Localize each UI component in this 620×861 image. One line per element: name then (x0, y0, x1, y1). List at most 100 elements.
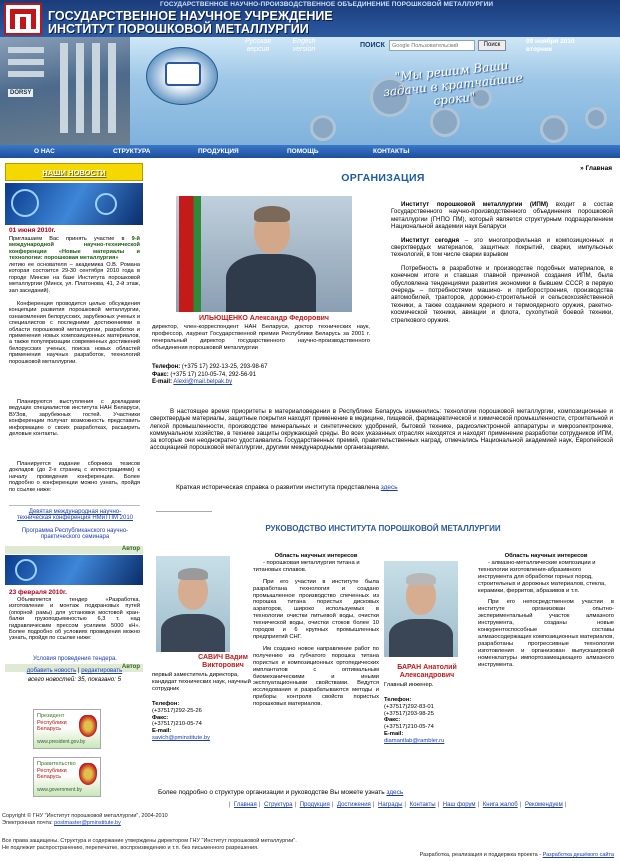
news-author-bar-1: Автор (5, 546, 143, 554)
more-info: Более подробно о структуре организации и… (158, 789, 403, 796)
baran-phone-2: (+37517)293-98-25 (384, 710, 434, 717)
nav-structure[interactable]: СТРУКТУРА (113, 148, 150, 155)
footer-link-contacts[interactable]: Контакты (410, 802, 436, 808)
news-text-1: Приглашаем Вас принять участие в 9-й меж… (9, 236, 140, 262)
news-image-2 (5, 555, 143, 585)
banner-text: Беларусь (37, 774, 62, 780)
nav-products[interactable]: ПРОДУКЦИЯ (198, 148, 239, 155)
fax-label: Факс: (384, 717, 401, 724)
footer-rights: Все права защищены. Структура и содержан… (2, 838, 297, 852)
phone-label: Телефон: (152, 364, 181, 370)
savich-interests-p2: При его участии в институте была разрабо… (253, 578, 379, 640)
institute-emblem (146, 47, 218, 105)
breadcrumb[interactable]: » Главная (580, 165, 612, 172)
developer-link[interactable]: Разработка дешёвого сайта (543, 852, 614, 858)
director-email-link[interactable]: Alexil@mail.belpak.by (173, 379, 232, 385)
footer-link-achievements[interactable]: Достижения (337, 802, 371, 808)
news-date-1: 01 июня 2010г. (9, 227, 56, 234)
savich-phone: (+37517)292-25-26 (152, 707, 202, 714)
director-description: директор, член-корреспондент НАН Беларус… (152, 324, 370, 351)
baran-interests-text: - алмазно-металлические композиции и тех… (478, 559, 606, 594)
footer-link-recommend[interactable]: Рекомендуем (525, 802, 563, 808)
coat-of-arms-icon (79, 715, 97, 737)
lang-russian-link[interactable]: Русская версия (238, 38, 278, 54)
divider (9, 505, 140, 506)
nav-about[interactable]: О НАС (34, 148, 55, 155)
savich-photo (156, 556, 230, 652)
news-title[interactable]: НАШИ НОВОСТИ (6, 168, 142, 177)
footer-link-products[interactable]: Продукция (300, 802, 330, 808)
intro-bold-2: Институт сегодня (401, 236, 460, 244)
news-image-1 (5, 183, 143, 225)
intro-bold-1: Институт порошковой металлургии (ИПМ) (401, 201, 549, 208)
coat-of-arms-icon (79, 763, 97, 785)
email-label: E-mail: (384, 730, 404, 737)
savich-name-line1: САВИЧ Вадим (198, 654, 248, 661)
footer-link-structure[interactable]: Структура (264, 802, 292, 808)
baran-email-link[interactable]: diamantlab@rambler.ru (384, 738, 484, 745)
tender-link[interactable]: Условия проведения тендера. (13, 656, 137, 662)
priorities-paragraph: В настоящее время приоритеты в материало… (150, 408, 613, 452)
footer-link-awards[interactable]: Награды (378, 802, 402, 808)
seminar-program-link[interactable]: Программа Республиканского научно-практи… (13, 528, 137, 540)
news-text-1-p2: Конференция проводится целью обсуждения … (9, 301, 140, 365)
nav-help[interactable]: ПОМОЩЬ (287, 148, 319, 155)
baran-interests: Область научных интересов - алмазно-мета… (478, 553, 614, 674)
footer-link-complaints[interactable]: Книга жалоб (483, 802, 518, 808)
email-label: E-mail: (152, 728, 172, 735)
baran-name: БАРАН Анатолий Александрович (384, 664, 470, 680)
news-header[interactable]: НАШИ НОВОСТИ (5, 163, 143, 181)
director-photo (176, 196, 352, 312)
banner-president-url: www.president.gov.by (37, 739, 86, 745)
footer-link-home[interactable]: Главная (234, 802, 257, 808)
fax-label: Факс: (152, 714, 169, 721)
more-info-link[interactable]: здесь (386, 789, 403, 796)
email-label: E-mail: (152, 379, 173, 385)
banner-text: Беларусь (37, 726, 62, 732)
director-contacts: Телефон: (+375 17) 292-13-25, 293-98-67 … (152, 364, 370, 387)
government-banner[interactable]: Правительство Республики Беларусь www.gov… (33, 757, 101, 797)
footer-links: | Главная | Структура | Продукция | Достиже… (228, 802, 567, 808)
management-title: РУКОВОДСТВО ИНСТИТУТА ПОРОШКОВОЙ МЕТАЛЛУ… (265, 524, 501, 533)
baran-name-line1: БАРАН Анатолий (397, 664, 457, 671)
baran-contacts: Телефон: (+37517)292-83-01 (+37517)293-9… (384, 697, 484, 745)
baran-role: Главный инженер. (384, 682, 434, 688)
current-date: 09 ноября 2010 вторник (526, 38, 575, 54)
more-info-text: Более подробно о структуре организации и… (158, 789, 387, 796)
president-banner[interactable]: Президент Республики Беларусь www.preside… (33, 709, 101, 749)
baran-phone-1: (+37517)292-83-01 (384, 703, 434, 710)
baran-fax: (+37517)210-05-74 (384, 724, 434, 731)
history-note: Краткая историческая справка о развитии … (176, 484, 398, 491)
institute-logo[interactable] (4, 3, 42, 35)
lang-english-link[interactable]: English version (284, 38, 324, 54)
phone-label: Телефон: (152, 701, 180, 707)
nav-contacts[interactable]: КОНТАКТЫ (373, 148, 409, 155)
history-link[interactable]: здесь (381, 484, 398, 491)
footer-link-forum[interactable]: Наш форум (443, 802, 476, 808)
conference-link[interactable]: Девятая международная научно-техническая… (13, 509, 137, 521)
fax-label: Факс: (152, 371, 169, 378)
banner-government-title: Правительство (37, 761, 76, 767)
news-stats: всего новостей: 35, показано: 5 (27, 676, 122, 683)
savich-email-link[interactable]: savich@pminstitute.by (152, 735, 252, 742)
search-button[interactable]: Поиск (478, 40, 506, 51)
header-superscript: ГОСУДАРСТВЕННОЕ НАУЧНО-ПРОИЗВОДСТВЕННОЕ … (160, 1, 494, 8)
intro-text-3: Потребность в разработке и производстве … (391, 264, 613, 324)
news-admin-links: добавить новость | редактировать (26, 668, 123, 674)
baran-photo (384, 561, 458, 657)
add-news-link[interactable]: добавить новость (27, 668, 77, 674)
news-text-2: Объявляется тендер «Разработка, изготовл… (9, 597, 140, 642)
footer-copyright: Copyright © ГНУ "Институт порошковой мет… (2, 813, 168, 827)
banner-government-url: www.government.by (37, 787, 83, 793)
savich-role: первый заместитель директора, кандидат т… (152, 672, 251, 692)
weekday-value: вторник (526, 46, 553, 53)
savich-name: САВИЧ Вадим Викторович (188, 654, 258, 670)
footer-email-link[interactable]: postmaster@pminstitute.by (54, 820, 121, 826)
baran-name-line2: Александрович (399, 672, 455, 679)
header-title-line2: ИНСТИТУТ ПОРОШКОВОЙ МЕТАЛЛУРГИИ (48, 22, 309, 36)
lang-ru-label-2: версия (246, 46, 270, 53)
edit-news-link[interactable]: редактировать (81, 668, 122, 674)
rights-text-2: Не подлежит распространению, перепечатке… (2, 844, 259, 851)
search-input[interactable] (389, 40, 475, 51)
building-sign: DORSY (8, 89, 34, 97)
